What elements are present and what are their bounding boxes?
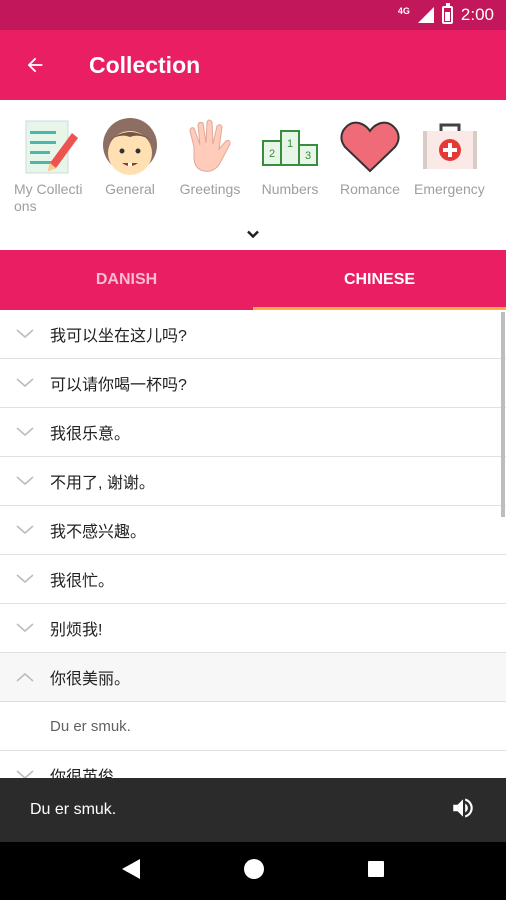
category-label: General <box>105 181 155 197</box>
list-item[interactable]: 我可以坐在这儿吗? <box>0 310 506 359</box>
phrase-text: 我可以坐在这儿吗? <box>50 328 187 345</box>
play-audio-button[interactable] <box>450 795 476 826</box>
chevron-up-icon <box>16 672 34 682</box>
category-label: Romance <box>340 181 400 197</box>
audio-player: Du er smuk. <box>0 778 506 842</box>
expand-categories-button[interactable] <box>243 224 263 244</box>
svg-text:2: 2 <box>269 148 275 160</box>
list-item[interactable]: 不用了, 谢谢。 <box>0 457 506 506</box>
system-nav-bar <box>0 842 506 900</box>
svg-text:3: 3 <box>305 150 311 162</box>
phrase-text: 不用了, 谢谢。 <box>50 475 155 492</box>
list-item[interactable]: 可以请你喝一杯吗? <box>0 359 506 408</box>
network-type: 4G <box>397 6 410 16</box>
category-label: Numbers <box>261 181 319 197</box>
chevron-down-icon <box>16 623 34 633</box>
category-numbers[interactable]: 1 2 3 Numbers <box>250 100 330 215</box>
phrase-text: 可以请你喝一杯吗? <box>50 377 187 394</box>
list-item[interactable]: 我很乐意。 <box>0 408 506 457</box>
chevron-down-icon <box>16 378 34 388</box>
nav-back-button[interactable] <box>121 858 141 885</box>
speaker-icon <box>453 797 473 818</box>
chevron-down-icon <box>16 329 34 339</box>
category-label: Emergency <box>414 181 485 197</box>
arrow-back-icon <box>27 57 43 73</box>
chevron-down-icon <box>16 525 34 535</box>
phrase-text: 别烦我! <box>50 622 103 639</box>
list-item[interactable]: 我不感兴趣。 <box>0 506 506 555</box>
category-romance[interactable]: Romance <box>330 100 410 215</box>
tab-chinese[interactable]: CHINESE <box>253 250 506 310</box>
phrase-text: 我不感兴趣。 <box>50 524 147 541</box>
phrase-text: 我很乐意。 <box>50 426 131 443</box>
podium-numbers-icon: 1 2 3 <box>258 115 322 179</box>
phrase-text: 你很英俊。 <box>50 769 131 778</box>
translation-text: Du er smuk. <box>50 717 131 735</box>
translation-row[interactable]: Du er smuk. <box>0 702 506 751</box>
phrase-text: 你很美丽。 <box>50 671 131 688</box>
list-item[interactable]: 我很忙。 <box>0 555 506 604</box>
heart-icon <box>338 115 402 179</box>
phrase-text: 我很忙。 <box>50 573 115 590</box>
language-tabs: DANISH CHINESE <box>0 250 506 310</box>
chevron-down-icon <box>16 476 34 486</box>
list-item[interactable]: 你很英俊。 <box>0 751 506 778</box>
category-my-collections[interactable]: My Collections <box>10 100 90 215</box>
player-text: Du er smuk. <box>30 801 117 818</box>
page-title: Collection <box>89 51 201 78</box>
circle-home-icon <box>244 858 264 879</box>
list-item[interactable]: 别烦我! <box>0 604 506 653</box>
chevron-down-icon <box>16 427 34 437</box>
hand-wave-icon <box>178 115 242 179</box>
signal-icon <box>417 7 434 23</box>
nav-recents-button[interactable] <box>367 860 385 883</box>
status-bar: 4G 2:00 <box>0 0 506 30</box>
face-icon <box>98 115 162 179</box>
triangle-back-icon <box>122 858 140 879</box>
square-recents-icon <box>368 860 384 877</box>
phrase-list: 我可以坐在这儿吗? 可以请你喝一杯吗? 我很乐意。 不用了, 谢谢。 我不感兴趣… <box>0 310 506 778</box>
list-item-expanded[interactable]: 你很美丽。 <box>0 653 506 702</box>
scrollbar[interactable] <box>501 312 505 517</box>
chevron-down-icon <box>16 770 34 778</box>
category-carousel: My Collections General Greetings 1 2 3 N… <box>0 100 506 250</box>
clock: 2:00 <box>460 5 494 24</box>
category-emergency[interactable]: Emergency <box>410 100 490 215</box>
category-label: My Collections <box>14 181 83 214</box>
first-aid-kit-icon <box>418 115 482 179</box>
nav-home-button[interactable] <box>243 858 265 885</box>
category-greetings[interactable]: Greetings <box>170 100 250 215</box>
category-general[interactable]: General <box>90 100 170 215</box>
chevron-down-icon <box>16 574 34 584</box>
category-label: Greetings <box>179 181 241 197</box>
svg-text:1: 1 <box>287 138 293 150</box>
battery-icon <box>441 3 453 24</box>
chevron-down-icon <box>247 230 259 239</box>
notebook-pencil-icon <box>18 115 82 179</box>
tab-danish[interactable]: DANISH <box>0 250 253 310</box>
back-button[interactable] <box>0 30 70 100</box>
app-bar: Collection <box>0 30 506 100</box>
